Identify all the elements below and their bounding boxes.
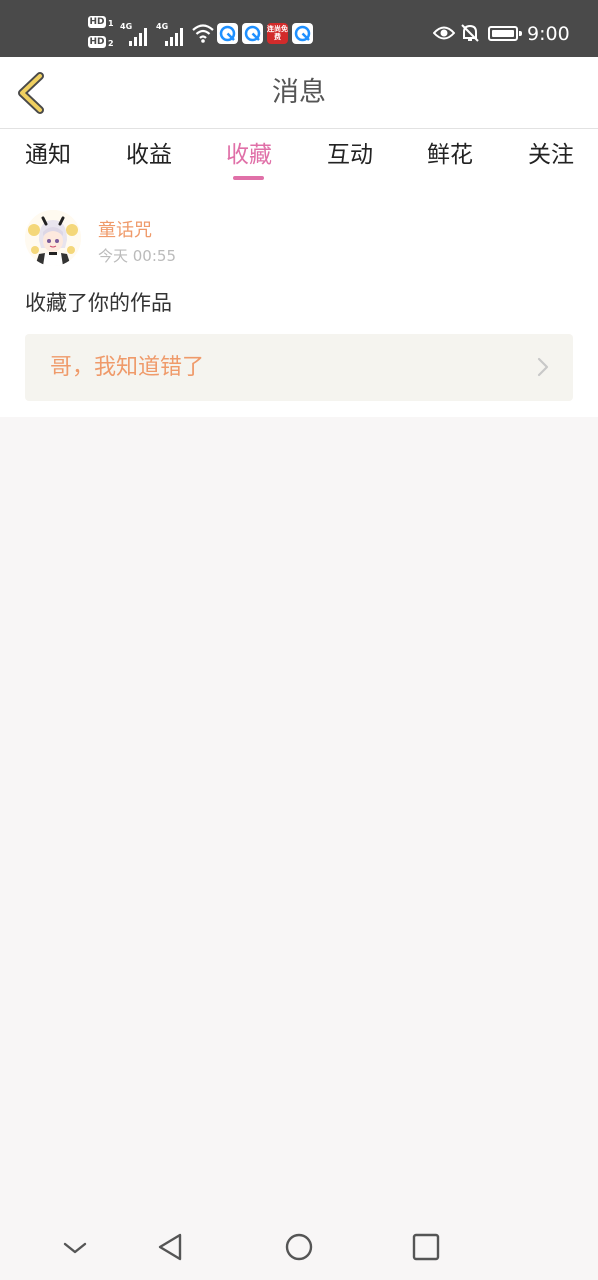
sim-indicators: HD 1 HD 2	[88, 16, 116, 52]
status-time: 9:00	[527, 23, 570, 45]
tab-notifications[interactable]: 通知	[8, 139, 88, 171]
tab-follows[interactable]: 关注	[511, 139, 591, 171]
sim-index-2: 2	[108, 39, 114, 48]
browser-icon	[292, 23, 313, 44]
hide-nav-button[interactable]	[55, 1228, 95, 1268]
work-title: 哥，我知道错了	[50, 355, 205, 380]
message-action-text: 收藏了你的作品	[25, 291, 172, 315]
wifi-app-icon: 连尚免费	[267, 23, 288, 44]
signal-bars-icon	[129, 28, 147, 46]
browser-icon	[242, 23, 263, 44]
chevron-down-icon	[63, 1242, 87, 1254]
battery-icon	[488, 26, 522, 41]
recents-square-icon	[412, 1233, 440, 1261]
home-circle-icon	[285, 1233, 313, 1261]
page-title: 消息	[272, 77, 326, 108]
hd-badge-1: HD	[88, 16, 106, 28]
bell-off-icon	[461, 24, 479, 42]
tab-interactions[interactable]: 互动	[310, 139, 390, 171]
eye-icon	[433, 26, 455, 40]
chevron-right-icon	[537, 357, 549, 377]
tab-bar: 通知 收益 收藏 互动 鲜花 关注	[0, 129, 598, 189]
status-bar: HD 1 HD 2 4G 4G 连尚免费 9:00	[0, 0, 598, 57]
nav-back-button[interactable]	[152, 1228, 192, 1268]
back-triangle-icon	[158, 1233, 182, 1261]
user-avatar-image	[25, 210, 81, 266]
system-nav-bar	[0, 1214, 598, 1280]
work-link[interactable]: 哥，我知道错了	[25, 334, 573, 401]
sim-index-1: 1	[108, 19, 114, 28]
nav-home-button[interactable]	[279, 1228, 319, 1268]
message-timestamp: 今天 00:55	[98, 247, 176, 265]
signal-bars-icon	[165, 28, 183, 46]
nav-recents-button[interactable]	[406, 1228, 446, 1268]
active-tab-indicator	[233, 176, 264, 180]
app-header: 消息	[0, 57, 598, 129]
tab-flowers[interactable]: 鲜花	[410, 139, 490, 171]
browser-icon	[217, 23, 238, 44]
wifi-icon	[192, 24, 214, 43]
username-link[interactable]: 童话咒	[98, 219, 152, 243]
tab-favorites[interactable]: 收藏	[209, 139, 289, 171]
message-card: 童话咒 今天 00:55 收藏了你的作品 哥，我知道错了	[0, 189, 598, 417]
hd-badge-2: HD	[88, 36, 106, 48]
avatar[interactable]	[25, 210, 81, 266]
tab-earnings[interactable]: 收益	[109, 139, 189, 171]
